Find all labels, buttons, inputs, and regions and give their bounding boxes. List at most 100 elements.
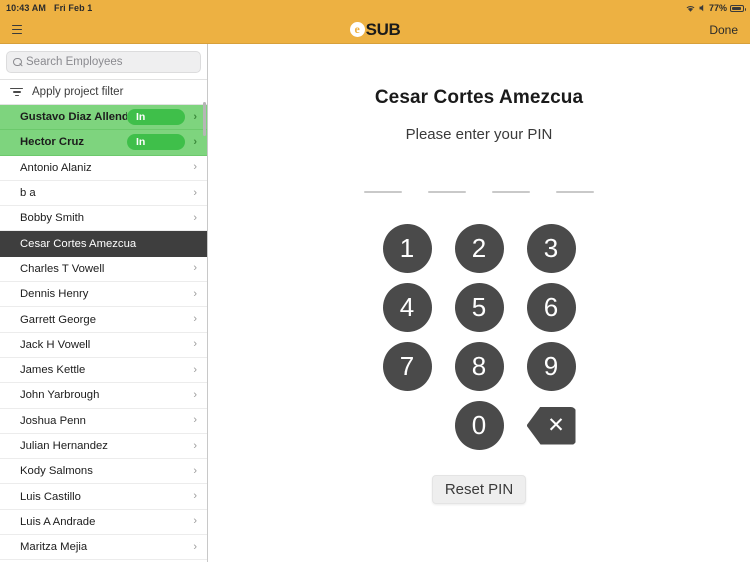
employee-row[interactable]: Joshua Penn ›: [0, 408, 207, 434]
employee-sidebar: Search Employees Apply project filter Gu…: [0, 44, 208, 562]
employee-name: John Yarbrough: [20, 389, 100, 402]
keypad-key-9[interactable]: 9: [526, 342, 576, 391]
employee-name: Joshua Penn: [20, 414, 86, 427]
keypad-key-7[interactable]: 7: [382, 342, 432, 391]
backspace-delete-icon[interactable]: ✕: [526, 406, 576, 445]
employee-row[interactable]: Cesar Cortes Amezcua: [0, 231, 207, 257]
employee-name: Jack H Vowell: [20, 338, 91, 351]
app-root: 10:43 AM Fri Feb 1 77% e SUB Done Search…: [0, 0, 750, 562]
keypad-cell: 0: [443, 396, 515, 455]
employee-row[interactable]: Charles T Vowell ›: [0, 256, 207, 283]
employee-row[interactable]: John Yarbrough ›: [0, 383, 207, 409]
content-area: Search Employees Apply project filter Gu…: [0, 44, 750, 562]
chevron-right-icon: ›: [193, 262, 197, 275]
chevron-right-icon: ›: [193, 135, 197, 148]
chevron-right-icon: ›: [193, 490, 197, 503]
employee-name: Kody Salmons: [20, 465, 93, 478]
employee-name: Hector Cruz: [20, 136, 85, 149]
employee-name: Garrett George: [20, 313, 96, 326]
employee-row[interactable]: Bobby Smith ›: [0, 206, 207, 232]
employee-row[interactable]: James Kettle ›: [0, 357, 207, 384]
employee-row[interactable]: Garrett George ›: [0, 307, 207, 333]
employee-name: b a: [20, 187, 36, 200]
status-time: 10:43 AM: [6, 3, 46, 13]
done-button[interactable]: Done: [709, 23, 738, 37]
chevron-right-icon: ›: [193, 211, 197, 224]
chevron-right-icon: ›: [193, 414, 197, 427]
employee-row[interactable]: Hector Cruz In ›: [0, 130, 207, 156]
keypad-key-4[interactable]: 4: [382, 283, 432, 332]
employee-row[interactable]: Maritza Mejia ›: [0, 535, 207, 561]
keypad-key-5[interactable]: 5: [454, 283, 504, 332]
logo-text: SUB: [365, 19, 401, 39]
battery-percent: 77%: [708, 3, 727, 13]
keypad-cell: 8: [443, 337, 515, 396]
filter-label: Apply project filter: [32, 86, 124, 98]
status-date: Fri Feb 1: [53, 3, 93, 13]
keypad-key-3[interactable]: 3: [526, 224, 576, 273]
wifi-icon: [686, 5, 695, 12]
page-title: Cesar Cortes Amezcua: [374, 87, 584, 108]
employee-row[interactable]: b a ›: [0, 180, 207, 207]
keypad-cell: 3: [515, 219, 587, 278]
status-bar: 10:43 AM Fri Feb 1 77%: [0, 0, 750, 16]
chevron-right-icon: ›: [193, 439, 197, 452]
employee-row[interactable]: Gustavo Diaz Allende In ›: [0, 105, 207, 131]
pin-keypad[interactable]: 1 2 3 4 5 6 7 8 9 0 ✕: [371, 219, 587, 455]
chevron-right-icon: ›: [193, 515, 197, 528]
chevron-right-icon: ›: [193, 363, 197, 376]
employee-name: Cesar Cortes Amezcua: [20, 237, 137, 250]
reset-pin-button[interactable]: Reset PIN: [431, 475, 527, 504]
employee-row[interactable]: Antonio Alaniz ›: [0, 155, 207, 181]
nav-bar: e SUB Done: [0, 16, 750, 44]
keypad-key-6[interactable]: 6: [526, 283, 576, 332]
logo-e-mark: e: [349, 22, 365, 37]
keypad-cell: 7: [371, 337, 443, 396]
employee-row[interactable]: Kody Salmons ›: [0, 459, 207, 485]
keypad-cell: ✕: [515, 396, 587, 455]
employee-name: James Kettle: [20, 364, 86, 377]
employee-row[interactable]: Luis Castillo ›: [0, 484, 207, 510]
keypad-cell: 5: [443, 278, 515, 337]
employee-list[interactable]: Gustavo Diaz Allende In › Hector Cruz In › Ant…: [0, 105, 207, 562]
battery-icon: [730, 4, 746, 12]
search-container: Search Employees: [0, 44, 207, 79]
chevron-right-icon: ›: [193, 161, 197, 174]
employee-row[interactable]: Luis A Andrade ›: [0, 509, 207, 536]
employee-name: Maritza Mejia: [20, 541, 88, 554]
keypad-cell: 1: [371, 219, 443, 278]
apply-project-filter-button[interactable]: Apply project filter: [0, 79, 207, 105]
sidebar-scrollbar[interactable]: [203, 102, 206, 136]
chevron-right-icon: ›: [193, 313, 197, 326]
search-input[interactable]: Search Employees: [6, 51, 201, 73]
pin-slot: [556, 191, 594, 193]
search-placeholder: Search Employees: [26, 56, 123, 68]
pin-display: [364, 191, 594, 193]
app-logo: e SUB: [315, 20, 435, 40]
employee-row[interactable]: Dennis Henry ›: [0, 282, 207, 308]
pin-slot: [364, 191, 402, 193]
keypad-key-1[interactable]: 1: [382, 224, 432, 273]
employee-row[interactable]: Jack H Vowell ›: [0, 332, 207, 358]
status-badge: In: [127, 134, 185, 151]
chevron-right-icon: ›: [193, 464, 197, 477]
employee-name: Luis Castillo: [20, 490, 81, 503]
mute-icon: [699, 4, 704, 12]
employee-name: Bobby Smith: [20, 212, 85, 225]
employee-row[interactable]: Julian Hernandez ›: [0, 433, 207, 460]
keypad-cell: 6: [515, 278, 587, 337]
chevron-right-icon: ›: [193, 540, 197, 553]
keypad-key-2[interactable]: 2: [454, 224, 504, 273]
chevron-right-icon: ›: [193, 186, 197, 199]
search-icon: [13, 57, 22, 67]
employee-name: Charles T Vowell: [20, 262, 105, 275]
employee-name: Dennis Henry: [20, 288, 89, 301]
hamburger-menu-icon[interactable]: [0, 16, 34, 43]
keypad-key-8[interactable]: 8: [454, 342, 504, 391]
status-indicators: 77%: [685, 3, 746, 13]
keypad-cell: 2: [443, 219, 515, 278]
pin-slot: [428, 191, 466, 193]
keypad-key-0[interactable]: 0: [454, 401, 504, 450]
chevron-right-icon: ›: [193, 110, 197, 123]
employee-name: Gustavo Diaz Allende: [20, 111, 127, 124]
